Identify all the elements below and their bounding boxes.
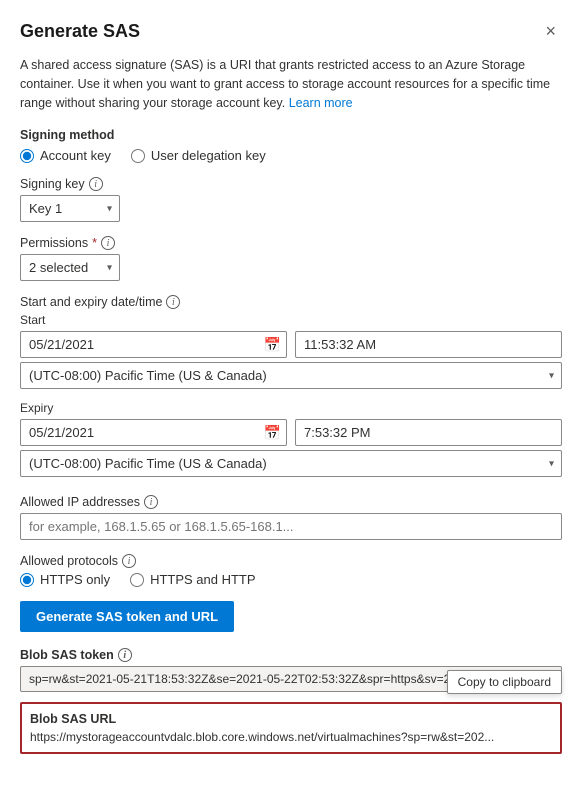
protocols-radio-group: HTTPS only HTTPS and HTTP [20, 572, 562, 587]
expiry-timezone-select[interactable]: (UTC-08:00) Pacific Time (US & Canada) (… [20, 450, 562, 477]
https-only-radio[interactable] [20, 573, 34, 587]
account-key-label: Account key [40, 148, 111, 163]
expiry-time-input[interactable] [295, 419, 562, 446]
https-http-label: HTTPS and HTTP [150, 572, 255, 587]
blob-sas-url-value: https://mystorageaccountvdalc.blob.core.… [30, 730, 552, 744]
signing-key-select-wrapper: Key 1 Key 2 ▾ [20, 195, 120, 222]
close-button[interactable]: × [539, 20, 562, 42]
allowed-protocols-info-icon[interactable]: i [122, 554, 136, 568]
description-text: A shared access signature (SAS) is a URI… [20, 56, 562, 112]
signing-key-select[interactable]: Key 1 Key 2 [20, 195, 120, 222]
generate-sas-button[interactable]: Generate SAS token and URL [20, 601, 234, 632]
signing-key-info-icon[interactable]: i [89, 177, 103, 191]
permissions-group: Permissions * i 2 selected ▾ [20, 236, 562, 281]
https-only-option[interactable]: HTTPS only [20, 572, 110, 587]
start-datetime-row: 📅 [20, 331, 562, 358]
generate-sas-dialog: Generate SAS × A shared access signature… [0, 0, 582, 812]
start-expiry-label: Start and expiry date/time i [20, 295, 562, 309]
dialog-header: Generate SAS × [20, 20, 562, 42]
allowed-ip-group: Allowed IP addresses i [20, 495, 562, 540]
permissions-select[interactable]: 2 selected [20, 254, 120, 281]
copy-to-clipboard-tooltip: Copy to clipboard [447, 670, 562, 694]
permissions-info-icon[interactable]: i [101, 236, 115, 250]
https-http-option[interactable]: HTTPS and HTTP [130, 572, 255, 587]
start-time-input[interactable] [295, 331, 562, 358]
https-http-radio[interactable] [130, 573, 144, 587]
allowed-ip-label: Allowed IP addresses i [20, 495, 562, 509]
description-body: A shared access signature (SAS) is a URI… [20, 58, 550, 110]
permissions-required-marker: * [92, 236, 97, 250]
allowed-ip-info-icon[interactable]: i [144, 495, 158, 509]
blob-sas-token-info-icon[interactable]: i [118, 648, 132, 662]
expiry-label: Expiry [20, 401, 562, 415]
blob-sas-url-section: Blob SAS URL https://mystorageaccountvda… [20, 702, 562, 754]
allowed-protocols-label: Allowed protocols i [20, 554, 562, 568]
expiry-timezone-wrapper: (UTC-08:00) Pacific Time (US & Canada) (… [20, 450, 562, 477]
learn-more-link[interactable]: Learn more [289, 96, 353, 110]
permissions-select-wrapper: 2 selected ▾ [20, 254, 120, 281]
user-delegation-radio[interactable] [131, 149, 145, 163]
account-key-option[interactable]: Account key [20, 148, 111, 163]
start-timezone-wrapper: (UTC-08:00) Pacific Time (US & Canada) (… [20, 362, 562, 389]
expiry-time-wrapper [295, 419, 562, 446]
user-delegation-label: User delegation key [151, 148, 266, 163]
start-expiry-group: Start and expiry date/time i Start 📅 (UT… [20, 295, 562, 481]
start-date-input[interactable] [20, 331, 287, 358]
start-time-wrapper [295, 331, 562, 358]
blob-sas-url-container: Blob SAS URL https://mystorageaccountvda… [20, 702, 562, 754]
signing-method-radio-group: Account key User delegation key [20, 148, 562, 163]
https-only-label: HTTPS only [40, 572, 110, 587]
permissions-label: Permissions * i [20, 236, 562, 250]
allowed-ip-input[interactable] [20, 513, 562, 540]
expiry-date-input[interactable] [20, 419, 287, 446]
start-label: Start [20, 313, 562, 327]
start-timezone-select[interactable]: (UTC-08:00) Pacific Time (US & Canada) (… [20, 362, 562, 389]
signing-method-label: Signing method [20, 128, 562, 142]
start-expiry-info-icon[interactable]: i [166, 295, 180, 309]
expiry-datetime-row: 📅 [20, 419, 562, 446]
blob-sas-token-label: Blob SAS token i [20, 648, 562, 662]
account-key-radio[interactable] [20, 149, 34, 163]
signing-key-label: Signing key i [20, 177, 562, 191]
signing-key-group: Signing key i Key 1 Key 2 ▾ [20, 177, 562, 222]
start-date-wrapper: 📅 [20, 331, 287, 358]
blob-sas-url-label: Blob SAS URL [30, 712, 552, 726]
dialog-title: Generate SAS [20, 21, 140, 42]
user-delegation-option[interactable]: User delegation key [131, 148, 266, 163]
allowed-protocols-group: Allowed protocols i HTTPS only HTTPS and… [20, 554, 562, 587]
expiry-date-wrapper: 📅 [20, 419, 287, 446]
signing-method-group: Signing method Account key User delegati… [20, 128, 562, 163]
